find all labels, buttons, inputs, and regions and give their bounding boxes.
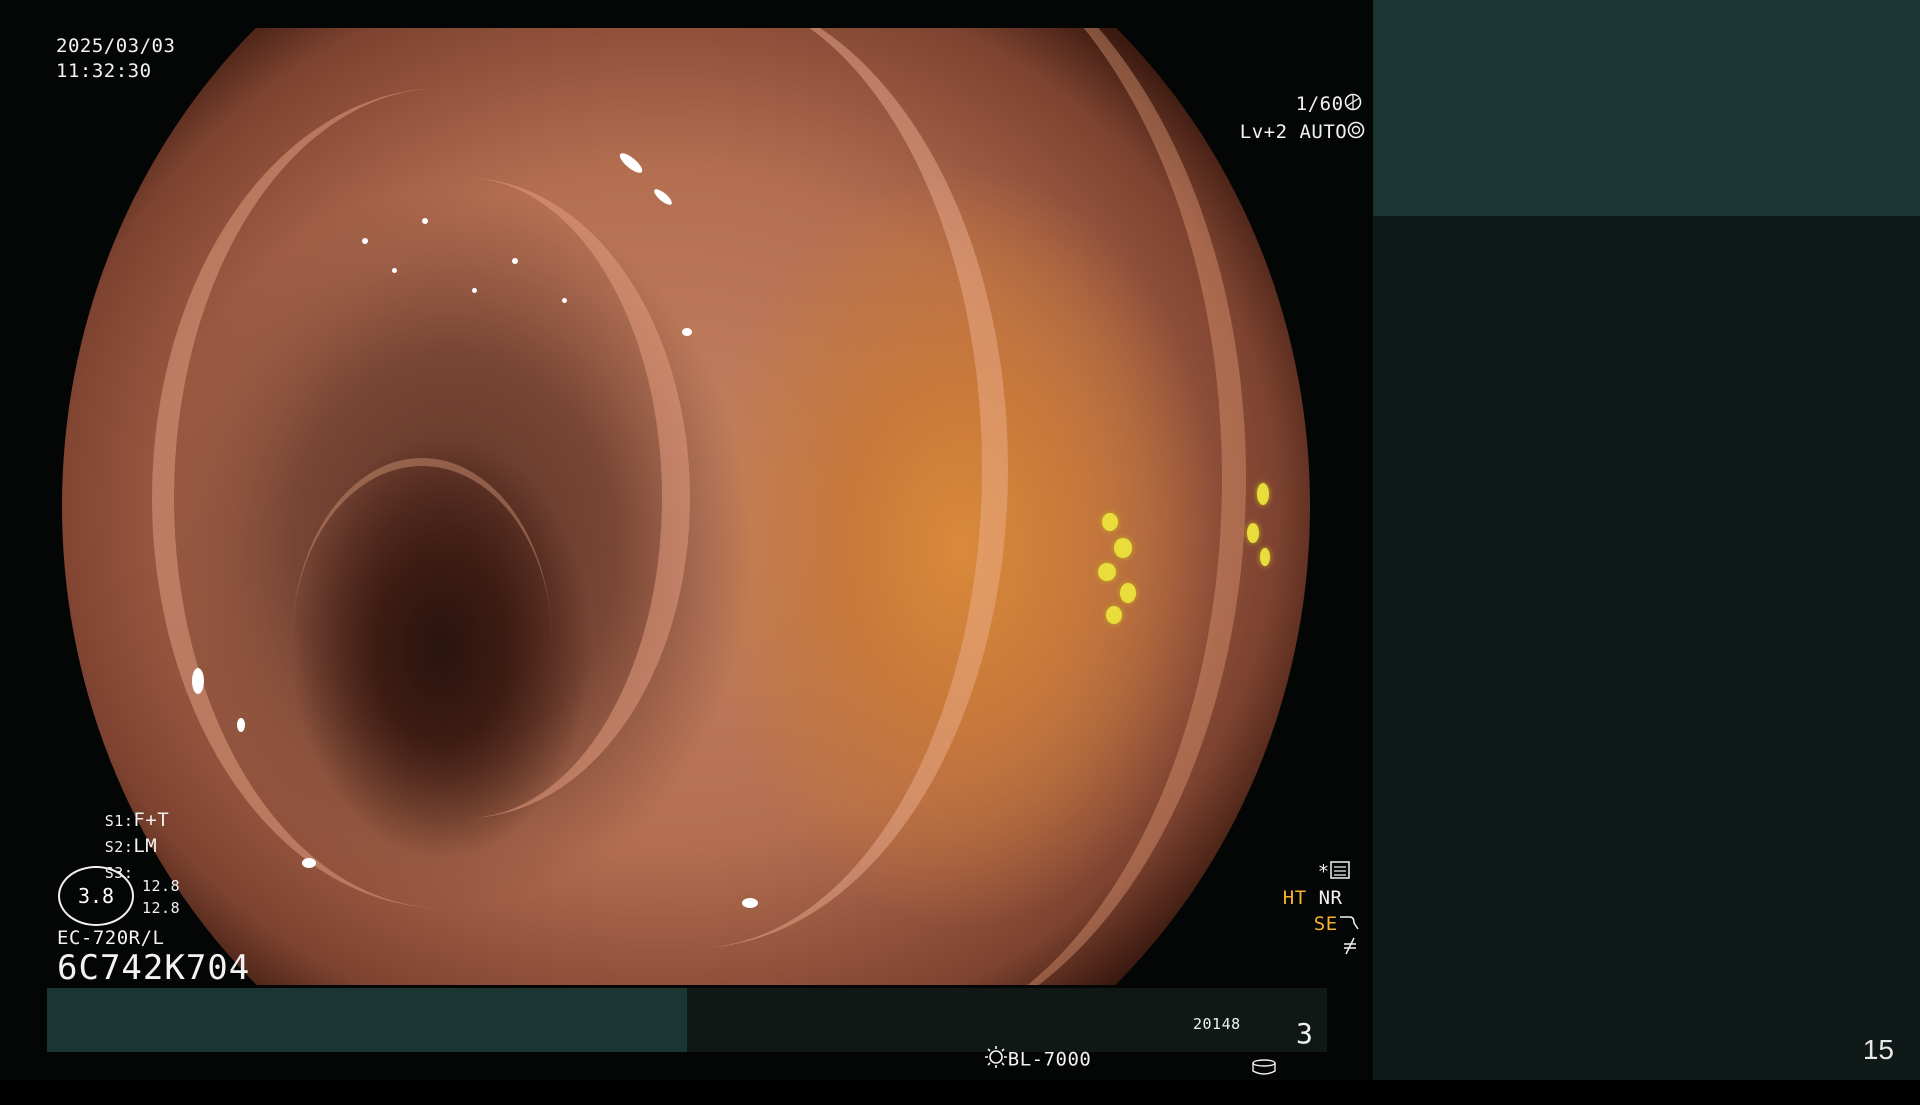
bottom-status-bar: [47, 988, 1327, 1052]
storage-icon: [1251, 1057, 1277, 1081]
specular-highlight: [512, 258, 518, 264]
haustral-fold: [482, 28, 1246, 985]
scope-model: EC-720R/L: [57, 927, 165, 949]
endoscopy-screen: 2025/03/03 11:32:30 1/60 Lv+2 AUTO S1:F+…: [0, 0, 1373, 1080]
specular-highlight: [472, 288, 477, 293]
yellow-patch: [1247, 523, 1259, 543]
dial-top-value: 12.8: [142, 877, 181, 895]
endoscopic-image: [62, 28, 1310, 985]
iris-icon: [1347, 121, 1365, 145]
specular-highlight: [192, 668, 204, 694]
scope-serial: 6C742K704: [57, 948, 251, 988]
light-source-readout: BL-7000: [936, 1021, 1091, 1099]
yellow-patch: [1098, 563, 1116, 581]
specular-highlight: [422, 218, 428, 224]
yellow-patch: [1120, 583, 1136, 603]
freeze-readout: [1292, 912, 1360, 986]
specular-highlight: [362, 238, 368, 244]
side-panel-header: [1373, 0, 1920, 216]
specular-highlight: [742, 898, 758, 908]
yellow-patch: [1102, 513, 1118, 531]
storage-readout: [1203, 1032, 1277, 1105]
yellow-patch: [1114, 538, 1132, 558]
specular-highlight: [237, 718, 245, 732]
s2-value: LM: [133, 835, 158, 857]
dial-bottom-value: 12.8: [142, 899, 181, 917]
yellow-patch: [1257, 483, 1269, 505]
page-number: 15: [1862, 1034, 1894, 1065]
dial-value: 3.8: [77, 884, 115, 908]
specular-highlight: [302, 858, 316, 868]
magnification-dial: 3.8: [58, 866, 134, 926]
specular-highlight: [682, 328, 692, 336]
yellow-patch: [1260, 548, 1270, 566]
lumen-inner-fold: [292, 458, 552, 826]
info-block: [47, 988, 687, 1052]
side-panel: 15: [1373, 0, 1920, 1080]
lamp-icon: [984, 1045, 1008, 1075]
iris-mode: AUTO: [1299, 121, 1348, 143]
image-counter: 3: [1296, 1017, 1314, 1050]
time-readout: 11:32:30: [56, 60, 152, 82]
freeze-icon: [1340, 936, 1360, 962]
level-value: Lv+2: [1239, 121, 1288, 143]
date-readout: 2025/03/03: [56, 35, 176, 57]
level-readout: Lv+2 AUTO: [1192, 96, 1365, 169]
specular-highlight: [392, 268, 397, 273]
specular-highlight: [562, 298, 567, 303]
light-source-model: BL-7000: [1007, 1048, 1092, 1071]
yellow-patch: [1106, 606, 1122, 624]
